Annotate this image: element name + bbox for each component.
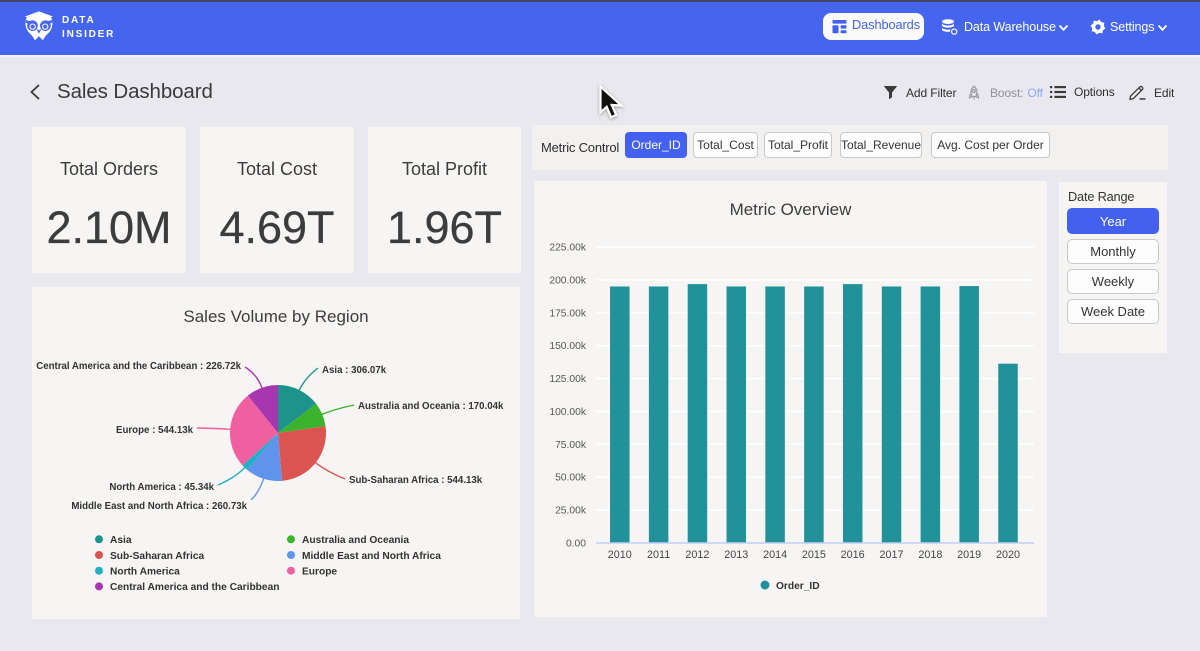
svg-text:2013: 2013 bbox=[724, 549, 748, 561]
svg-text:2019: 2019 bbox=[957, 549, 981, 561]
svg-text:2011: 2011 bbox=[647, 549, 670, 561]
svg-text:75.00k: 75.00k bbox=[555, 440, 587, 451]
svg-text:2012: 2012 bbox=[685, 549, 709, 561]
svg-text:2015: 2015 bbox=[802, 549, 826, 561]
svg-text:Australia and Oceania : 170.04: Australia and Oceania : 170.04k bbox=[358, 401, 504, 412]
svg-text:50.00k: 50.00k bbox=[555, 473, 587, 484]
svg-text:2010: 2010 bbox=[608, 549, 632, 561]
svg-text:North America : 45.34k: North America : 45.34k bbox=[109, 482, 214, 493]
svg-text:Europe : 544.13k: Europe : 544.13k bbox=[116, 425, 194, 436]
svg-text:2014: 2014 bbox=[763, 549, 787, 561]
svg-text:Central America and the Caribb: Central America and the Caribbean bbox=[110, 582, 279, 593]
svg-text:Central America and the Caribb: Central America and the Caribbean : 226.… bbox=[36, 361, 241, 372]
svg-text:2018: 2018 bbox=[918, 549, 942, 561]
svg-text:Asia : 306.07k: Asia : 306.07k bbox=[322, 365, 387, 376]
svg-text:Order_ID: Order_ID bbox=[776, 581, 820, 592]
svg-text:Australia and Oceania: Australia and Oceania bbox=[302, 535, 409, 546]
svg-text:125.00k: 125.00k bbox=[549, 374, 586, 385]
svg-text:25.00k: 25.00k bbox=[555, 506, 587, 517]
svg-text:175.00k: 175.00k bbox=[549, 308, 586, 319]
svg-text:2020: 2020 bbox=[996, 549, 1020, 561]
svg-text:Sub-Saharan Africa : 544.13k: Sub-Saharan Africa : 544.13k bbox=[349, 475, 483, 486]
svg-text:Asia: Asia bbox=[110, 535, 132, 546]
svg-text:Middle East and North Africa :: Middle East and North Africa : 260.73k bbox=[71, 501, 247, 512]
svg-text:100.00k: 100.00k bbox=[549, 407, 586, 418]
svg-text:2016: 2016 bbox=[841, 549, 865, 561]
svg-text:Middle East and North Africa: Middle East and North Africa bbox=[302, 551, 441, 562]
svg-text:225.00k: 225.00k bbox=[549, 243, 586, 254]
svg-text:Europe: Europe bbox=[302, 567, 337, 578]
svg-text:0.00: 0.00 bbox=[566, 539, 586, 550]
svg-text:Sub-Saharan Africa: Sub-Saharan Africa bbox=[110, 551, 204, 562]
svg-text:200.00k: 200.00k bbox=[549, 275, 586, 286]
svg-text:North America: North America bbox=[110, 567, 180, 578]
svg-text:150.00k: 150.00k bbox=[549, 341, 586, 352]
svg-text:2017: 2017 bbox=[879, 549, 903, 561]
